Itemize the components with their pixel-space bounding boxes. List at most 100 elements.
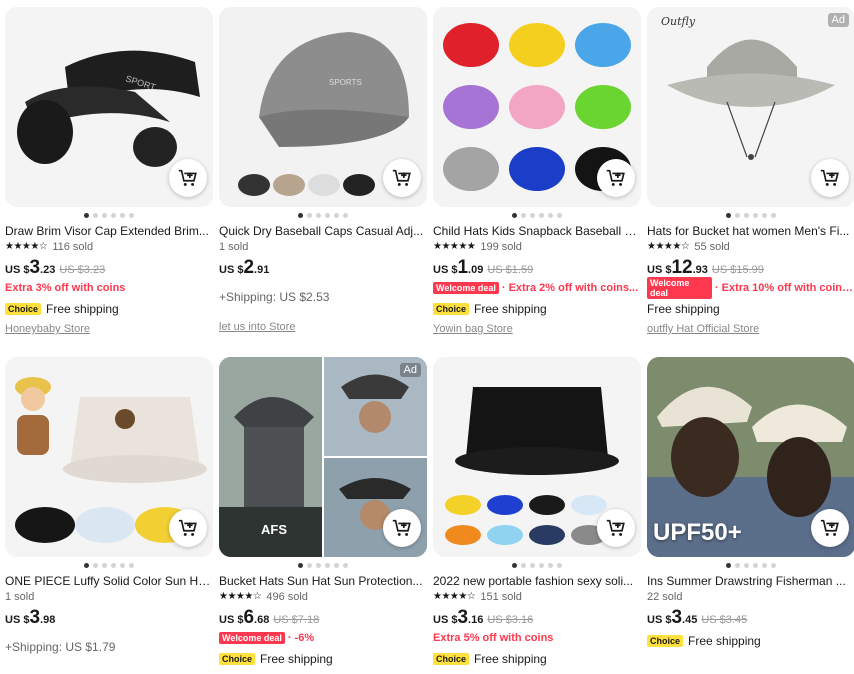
sale-price: US $3.23 bbox=[5, 257, 56, 278]
original-price: US $15.99 bbox=[711, 264, 764, 276]
coin-discount: Extra 3% off with coins bbox=[5, 282, 126, 294]
coin-discount: · Extra 2% off with coins... bbox=[501, 282, 639, 294]
image-carousel-dots[interactable] bbox=[5, 209, 213, 221]
sale-price: US $3.98 bbox=[5, 607, 56, 628]
add-to-cart-button[interactable] bbox=[169, 509, 207, 547]
sale-price: US $3.16 bbox=[433, 607, 484, 628]
svg-text:SPORTS: SPORTS bbox=[329, 78, 362, 87]
sold-count: 116 sold bbox=[52, 240, 94, 253]
sale-price: US $2.91 bbox=[219, 257, 270, 278]
choice-badge: Choice bbox=[219, 653, 256, 665]
shipping-cost: +Shipping: US $1.79 bbox=[5, 640, 116, 654]
product-image[interactable] bbox=[433, 357, 641, 557]
product-title[interactable]: Bucket Hats Sun Hat Sun Protection... bbox=[219, 573, 427, 589]
product-image[interactable]: SPORTS bbox=[219, 7, 427, 207]
product-image[interactable]: SPORT bbox=[5, 7, 213, 207]
product-card[interactable]: ONE PIECE Luffy Solid Color Sun Hat... 1… bbox=[5, 357, 213, 657]
add-to-cart-button[interactable] bbox=[597, 159, 635, 197]
rating-stars: ★★★★☆ bbox=[647, 240, 690, 252]
original-price: US $7.18 bbox=[273, 614, 320, 626]
product-title[interactable]: Hats for Bucket hat women Men's Fi... bbox=[647, 223, 854, 239]
shipping-info: Free shipping bbox=[260, 652, 333, 666]
product-image[interactable] bbox=[5, 357, 213, 557]
add-to-cart-icon bbox=[392, 169, 411, 186]
add-to-cart-button[interactable] bbox=[597, 509, 635, 547]
rating-stars: ★★★★☆ bbox=[5, 240, 48, 252]
choice-badge: Choice bbox=[647, 635, 684, 647]
sale-price: US $3.45 bbox=[647, 607, 698, 628]
original-price: US $3.16 bbox=[487, 614, 534, 626]
product-card[interactable]: UPF50+ Ins Summer Drawstring Fisherman .… bbox=[647, 357, 854, 651]
product-card[interactable]: SPORTS Quick Dry Baseball Caps Casual Ad… bbox=[219, 7, 427, 335]
product-title[interactable]: Draw Brim Visor Cap Extended Brim... bbox=[5, 223, 213, 239]
add-to-cart-button[interactable] bbox=[383, 509, 421, 547]
welcome-deal-badge: Welcome deal bbox=[219, 632, 285, 644]
image-carousel-dots[interactable] bbox=[219, 209, 427, 221]
sold-count: 151 sold bbox=[480, 590, 522, 603]
choice-badge: Choice bbox=[433, 653, 470, 665]
add-to-cart-button[interactable] bbox=[169, 159, 207, 197]
product-title[interactable]: Ins Summer Drawstring Fisherman ... bbox=[647, 573, 854, 589]
store-link[interactable]: outfly Hat Official Store bbox=[647, 321, 854, 337]
add-to-cart-icon bbox=[178, 519, 197, 536]
product-image[interactable]: AFS Ad bbox=[219, 357, 427, 557]
product-title[interactable]: ONE PIECE Luffy Solid Color Sun Hat... bbox=[5, 573, 213, 589]
add-to-cart-icon bbox=[606, 169, 625, 186]
sold-count: 1 sold bbox=[219, 240, 249, 253]
welcome-deal-badge: Welcome deal bbox=[433, 282, 499, 294]
add-to-cart-button[interactable] bbox=[811, 509, 849, 547]
shipping-info: Free shipping bbox=[474, 652, 547, 666]
product-image[interactable] bbox=[433, 7, 641, 207]
image-carousel-dots[interactable] bbox=[647, 209, 854, 221]
sold-count: 55 sold bbox=[694, 240, 730, 253]
product-image[interactable]: Outfly Ad bbox=[647, 7, 854, 207]
sale-price: US $1.09 bbox=[433, 257, 484, 278]
product-image[interactable]: UPF50+ bbox=[647, 357, 854, 557]
original-price: US $3.23 bbox=[59, 264, 106, 276]
ad-badge: Ad bbox=[399, 363, 421, 377]
shipping-info: Free shipping bbox=[474, 302, 547, 316]
shipping-info: Free shipping bbox=[688, 634, 761, 648]
image-carousel-dots[interactable] bbox=[433, 559, 641, 571]
choice-badge: Choice bbox=[433, 303, 470, 315]
sale-price: US $6.68 bbox=[219, 607, 270, 628]
add-to-cart-icon bbox=[820, 169, 839, 186]
image-carousel-dots[interactable] bbox=[433, 209, 641, 221]
store-link[interactable]: Honeybaby Store bbox=[5, 321, 213, 337]
coin-discount: · Extra 10% off with coins... bbox=[714, 282, 854, 294]
brand-logo: Outfly bbox=[661, 15, 696, 28]
choice-badge: Choice bbox=[5, 303, 42, 315]
store-link[interactable]: let us into Store bbox=[219, 319, 427, 335]
product-card[interactable]: Child Hats Kids Snapback Baseball C... ★… bbox=[433, 7, 641, 337]
rating-stars: ★★★★☆ bbox=[433, 590, 476, 602]
add-to-cart-icon bbox=[606, 519, 625, 536]
add-to-cart-button[interactable] bbox=[383, 159, 421, 197]
ad-badge: Ad bbox=[827, 13, 849, 27]
add-to-cart-icon bbox=[820, 519, 839, 536]
image-carousel-dots[interactable] bbox=[5, 559, 213, 571]
coin-discount: Extra 5% off with coins bbox=[433, 632, 554, 644]
discount-percent: · -6% bbox=[287, 632, 315, 644]
add-to-cart-button[interactable] bbox=[811, 159, 849, 197]
image-carousel-dots[interactable] bbox=[647, 559, 854, 571]
sold-count: 496 sold bbox=[266, 590, 308, 603]
add-to-cart-icon bbox=[392, 519, 411, 536]
rating-stars: ★★★★★ bbox=[433, 240, 476, 252]
image-carousel-dots[interactable] bbox=[219, 559, 427, 571]
shipping-info: Free shipping bbox=[46, 302, 119, 316]
shipping-cost: +Shipping: US $2.53 bbox=[219, 290, 330, 304]
original-price: US $1.59 bbox=[487, 264, 534, 276]
product-title[interactable]: Child Hats Kids Snapback Baseball C... bbox=[433, 223, 641, 239]
sold-count: 199 sold bbox=[480, 240, 522, 253]
product-card[interactable]: SPORT Draw Brim Visor Cap Extended Brim.… bbox=[5, 7, 213, 337]
welcome-deal-badge: Welcome deal bbox=[647, 277, 712, 299]
original-price: US $3.45 bbox=[701, 614, 748, 626]
store-link[interactable]: Yowin bag Store bbox=[433, 321, 641, 337]
rating-stars: ★★★★☆ bbox=[219, 590, 262, 602]
product-title[interactable]: 2022 new portable fashion sexy soli... bbox=[433, 573, 641, 589]
product-card[interactable]: 2022 new portable fashion sexy soli... ★… bbox=[433, 357, 641, 669]
product-card[interactable]: Outfly Ad Hats for Bucket hat women Men'… bbox=[647, 7, 854, 337]
brand-overlay-text: AFS bbox=[261, 522, 287, 537]
product-title[interactable]: Quick Dry Baseball Caps Casual Adj... bbox=[219, 223, 427, 239]
product-card[interactable]: AFS Ad Bucket Hats Sun Hat Sun Protectio… bbox=[219, 357, 427, 669]
